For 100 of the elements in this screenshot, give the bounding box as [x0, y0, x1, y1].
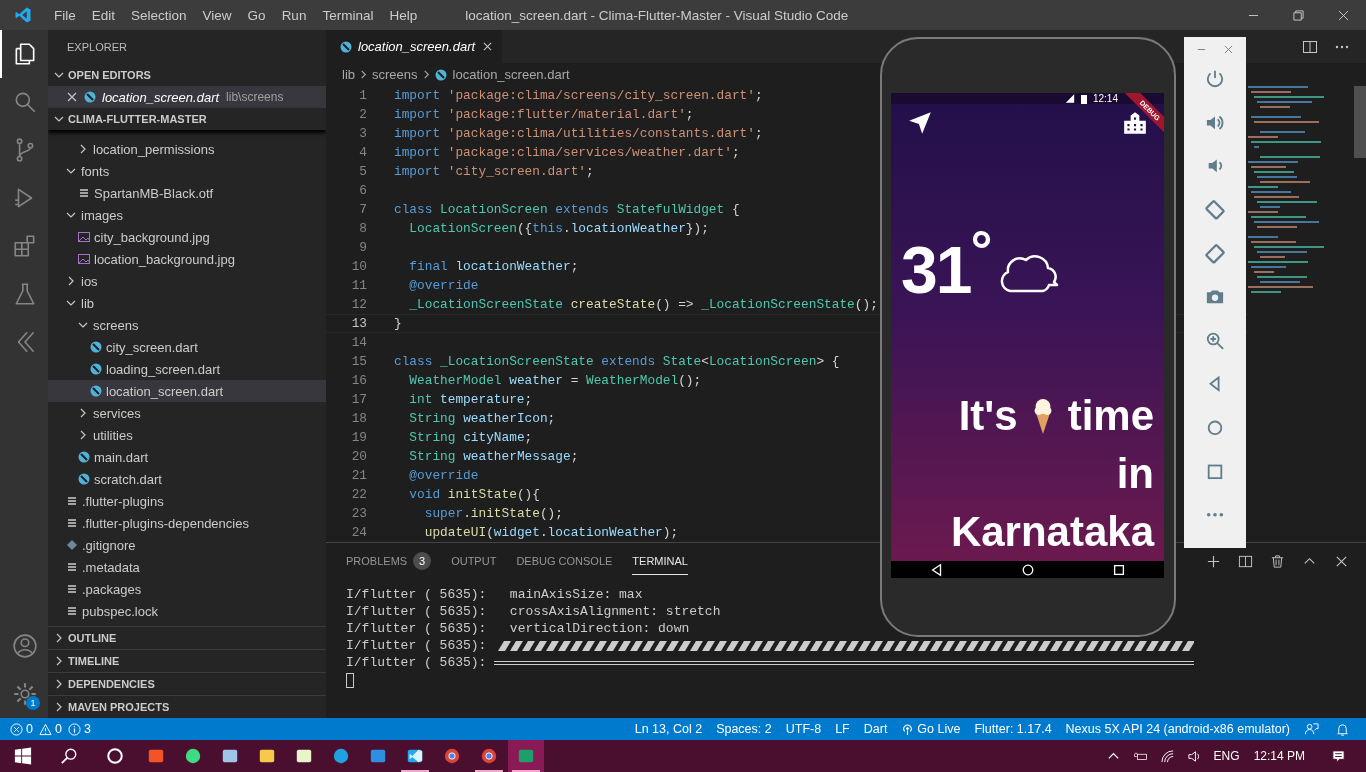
tree-row[interactable]: loading_screen.dart: [48, 358, 326, 380]
chevron-icon[interactable]: [66, 210, 76, 220]
chevron-icon[interactable]: [54, 633, 64, 643]
tree-row[interactable]: location_background.jpg: [48, 248, 326, 270]
status-item[interactable]: Flutter: 1.17.4: [974, 722, 1052, 736]
chevron-icon[interactable]: [78, 144, 88, 154]
account-icon[interactable]: [12, 633, 38, 659]
menu-item[interactable]: Edit: [83, 7, 124, 23]
warning-count[interactable]: 0: [54, 722, 62, 736]
navigation-arrow-icon[interactable]: [907, 110, 933, 136]
back-icon[interactable]: [929, 562, 944, 577]
clock[interactable]: 12:14 PM: [1253, 749, 1305, 763]
menu-item[interactable]: File: [46, 7, 84, 23]
status-item[interactable]: Nexus 5X API 24 (android-x86 emulator): [1065, 722, 1290, 736]
menu-item[interactable]: Selection: [123, 7, 195, 23]
menu-item[interactable]: Terminal: [314, 7, 382, 23]
code-editor-icon[interactable]: [406, 747, 424, 765]
tree-row[interactable]: city_screen.dart: [48, 336, 326, 358]
breadcrumb-item[interactable]: screens: [372, 67, 418, 82]
panel-tab[interactable]: TERMINAL: [632, 547, 688, 575]
breadcrumb-item[interactable]: lib: [342, 67, 355, 82]
section-header[interactable]: TIMELINE: [68, 650, 120, 672]
tree-row[interactable]: .flutter-plugins: [48, 490, 326, 512]
breadcrumb-item[interactable]: location_screen.dart: [452, 67, 570, 82]
status-item[interactable]: UTF-8: [785, 722, 822, 736]
menu-item[interactable]: Help: [381, 7, 426, 23]
home-icon[interactable]: [1020, 562, 1035, 577]
tree-row[interactable]: screens: [48, 314, 326, 336]
overview-icon[interactable]: [1111, 562, 1126, 577]
panel-tab[interactable]: OUTPUT: [451, 547, 497, 575]
tree-row[interactable]: .packages: [48, 578, 326, 600]
status-item[interactable]: Dart: [863, 722, 888, 736]
close-icon[interactable]: [483, 42, 493, 51]
error-count[interactable]: 0: [26, 722, 33, 736]
tree-row[interactable]: ios: [48, 270, 326, 292]
notifications-icon[interactable]: [1331, 748, 1346, 764]
menu-item[interactable]: Go: [239, 7, 274, 23]
tree-row[interactable]: .gitignore: [48, 534, 326, 556]
menu-item[interactable]: View: [194, 7, 240, 23]
code-line: String weatherIcon;: [408, 411, 556, 426]
chevron-icon[interactable]: [54, 702, 64, 712]
chevron-icon[interactable]: [66, 276, 76, 286]
error-icon[interactable]: [10, 722, 23, 736]
trash-icon[interactable]: [1270, 553, 1285, 569]
broadcast-icon[interactable]: [901, 722, 915, 736]
section-header[interactable]: DEPENDENCIES: [68, 673, 155, 695]
chevron-icon[interactable]: [78, 320, 88, 330]
status-item[interactable]: Go Live: [917, 722, 961, 736]
input-language[interactable]: ENG: [1213, 749, 1240, 763]
menu-item[interactable]: Run: [273, 7, 315, 23]
tree-row[interactable]: .metadata: [48, 556, 326, 578]
power-icon[interactable]: [1204, 68, 1226, 90]
editor-tab[interactable]: location_screen.dart: [326, 30, 503, 63]
tree-row[interactable]: main.dart: [48, 446, 326, 468]
chevron-icon[interactable]: [54, 679, 64, 689]
section-header[interactable]: MAVEN PROJECTS: [68, 696, 170, 718]
close-icon[interactable]: [67, 92, 77, 102]
rotate-left-icon[interactable]: [1204, 198, 1226, 221]
tree-row[interactable]: images: [48, 204, 326, 226]
chevron-icon[interactable]: [66, 298, 76, 308]
tree-row[interactable]: SpartanMB-Black.otf: [48, 182, 326, 204]
tree-row[interactable]: lib: [48, 292, 326, 314]
split-terminal-icon[interactable]: [1238, 553, 1253, 569]
tree-row[interactable]: pubspec.lock: [48, 600, 326, 622]
tree-row[interactable]: utilities: [48, 424, 326, 446]
chevron-icon[interactable]: [78, 430, 88, 440]
tree-row[interactable]: city_background.jpg: [48, 226, 326, 248]
panel-tab[interactable]: PROBLEMS 3: [346, 547, 432, 575]
info-count[interactable]: 3: [83, 722, 91, 736]
status-item[interactable]: Spaces: 2: [716, 722, 772, 736]
tree-row[interactable]: location_screen.dart: [48, 380, 326, 402]
info-icon[interactable]: [67, 722, 81, 736]
add-terminal-icon[interactable]: [1206, 553, 1221, 569]
tree-row[interactable]: fonts: [48, 160, 326, 182]
chevron-icon[interactable]: [54, 656, 64, 666]
chevron-icon[interactable]: [78, 408, 88, 418]
open-editor-row[interactable]: location_screen.dart lib\screens: [48, 86, 326, 108]
section-header[interactable]: OUTLINE: [68, 627, 117, 649]
volume-icon[interactable]: [1186, 748, 1202, 764]
status-item[interactable]: Ln 13, Col 2: [634, 722, 703, 736]
tree-row[interactable]: services: [48, 402, 326, 424]
section-header[interactable]: OPEN EDITORS: [68, 64, 151, 86]
chevron-icon[interactable]: [54, 70, 64, 80]
status-item[interactable]: LF: [835, 722, 850, 736]
tree-row[interactable]: scratch.dart: [48, 468, 326, 490]
rotate-right-icon[interactable]: [1204, 242, 1226, 265]
chevron-icon[interactable]: [66, 166, 76, 176]
tree-row[interactable]: .flutter-plugins-dependencies: [48, 512, 326, 534]
settings-icon[interactable]: [12, 681, 38, 707]
tree-row[interactable]: location_permissions: [48, 138, 326, 160]
scrollbar-thumb[interactable]: [1354, 86, 1366, 158]
bell-icon[interactable]: [1335, 721, 1350, 737]
file-name: location_permissions: [93, 141, 215, 157]
panel-tab[interactable]: DEBUG CONSOLE: [516, 547, 613, 575]
wifi-icon[interactable]: [1159, 748, 1175, 764]
split-editor-icon[interactable]: [1302, 38, 1318, 55]
warning-icon[interactable]: [38, 722, 52, 736]
chevron-icon[interactable]: [54, 114, 64, 124]
section-header[interactable]: CLIMA-FLUTTER-MASTER: [68, 108, 207, 130]
feedback-icon[interactable]: [1304, 721, 1319, 737]
